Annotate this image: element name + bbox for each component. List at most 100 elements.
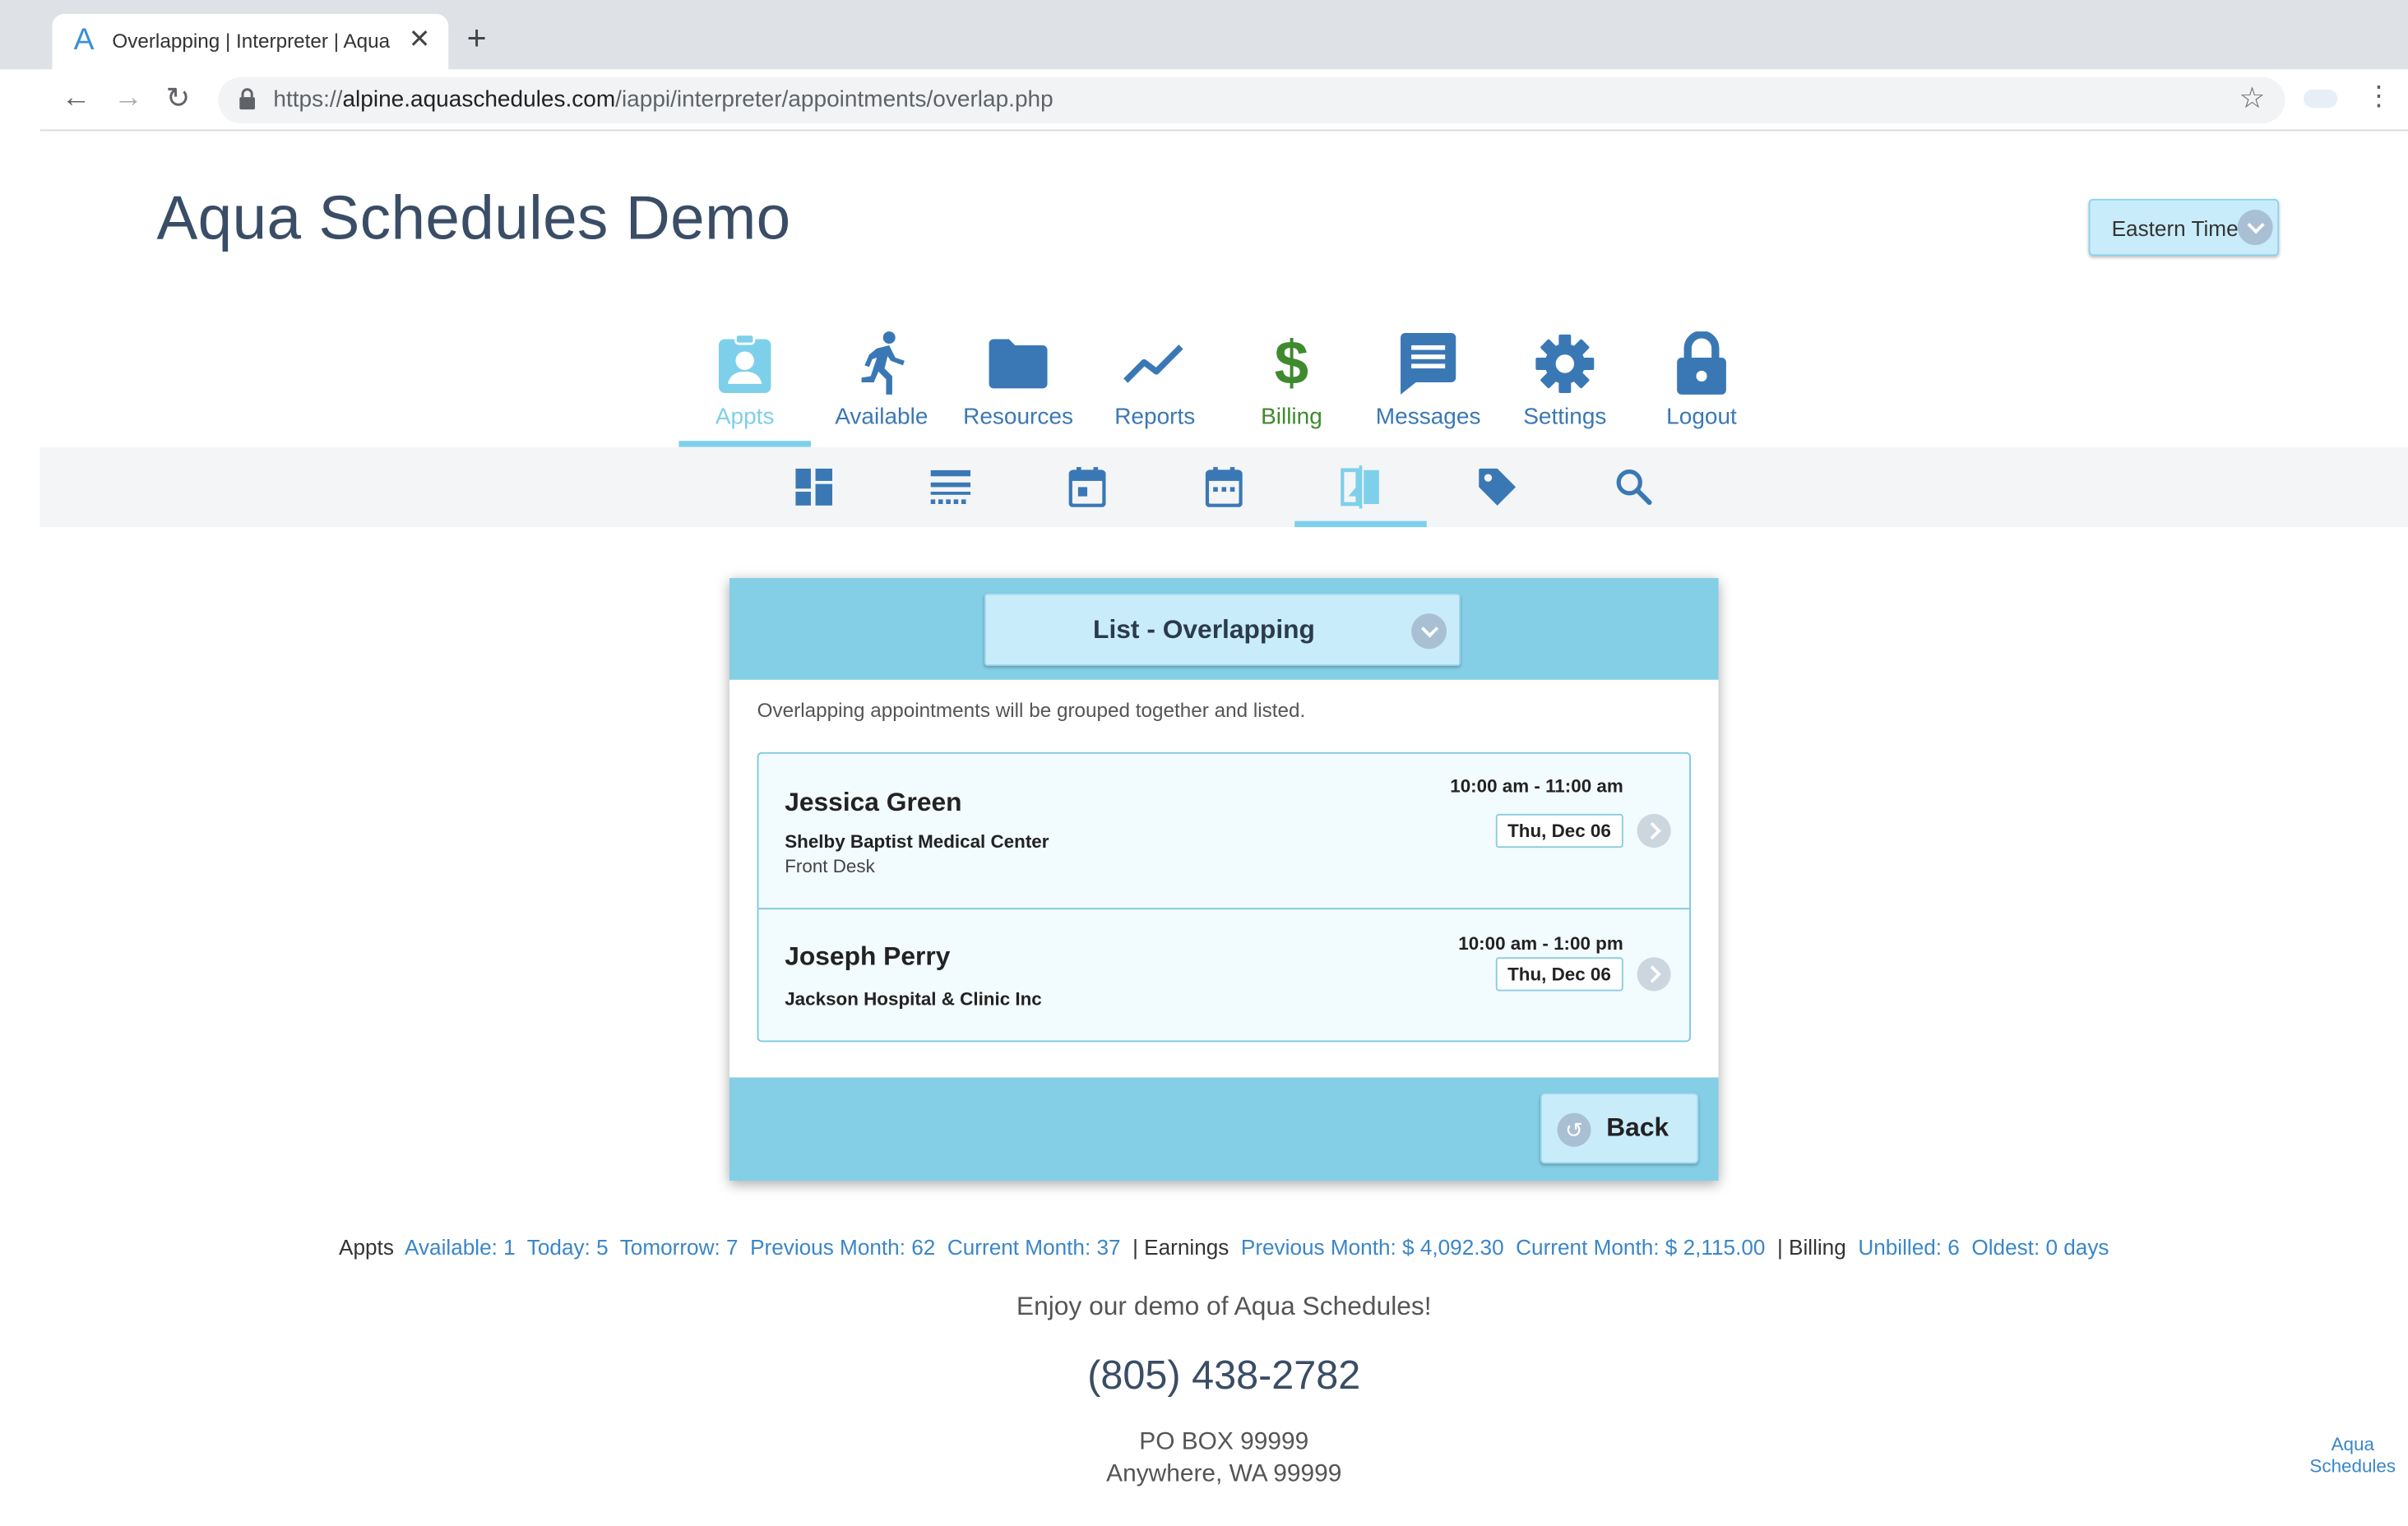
gear-icon bbox=[1535, 334, 1595, 394]
list-view-select[interactable]: List - Overlapping bbox=[984, 593, 1461, 666]
bookmark-star-icon[interactable]: ☆ bbox=[2239, 81, 2266, 117]
logo-line2: Schedules bbox=[2309, 1454, 2396, 1477]
nav-messages[interactable]: Messages bbox=[1359, 326, 1498, 430]
stats-earn-prev-link[interactable]: Previous Month: $ 4,092.30 bbox=[1241, 1235, 1504, 1260]
appointment-row[interactable]: Joseph Perry Jackson Hospital & Clinic I… bbox=[758, 910, 1690, 1041]
site-title: Aqua Schedules Demo bbox=[156, 184, 791, 253]
subnav-calendar-week[interactable] bbox=[1193, 460, 1255, 515]
footer-address-line1: PO BOX 99999 bbox=[1139, 1428, 1309, 1455]
chevron-right-icon[interactable] bbox=[1637, 957, 1671, 992]
badge-icon bbox=[718, 333, 771, 394]
browser-menu-icon[interactable]: ⋮ bbox=[2365, 80, 2393, 112]
chevron-right-icon[interactable] bbox=[1637, 813, 1671, 849]
padlock-icon bbox=[239, 88, 255, 110]
nav-appts[interactable]: Appts bbox=[676, 326, 814, 430]
back-button[interactable]: ↺ Back bbox=[1540, 1093, 1699, 1164]
extension-icon[interactable] bbox=[2304, 89, 2338, 109]
tag-icon bbox=[1479, 468, 1517, 506]
folder-icon bbox=[989, 339, 1048, 389]
nav-label: Messages bbox=[1375, 404, 1481, 431]
appointment-facility: Shelby Baptist Medical Center bbox=[785, 830, 1049, 853]
stats-prev-month-link[interactable]: Previous Month: 62 bbox=[750, 1235, 935, 1260]
appointment-time: 10:00 am - 11:00 am bbox=[1450, 775, 1623, 798]
stats-unbilled-link[interactable]: Unbilled: 6 bbox=[1858, 1235, 1960, 1260]
stats-earn-cur-link[interactable]: Current Month: $ 2,115.00 bbox=[1516, 1235, 1765, 1260]
nav-resources[interactable]: Resources bbox=[949, 326, 1087, 430]
lock-icon bbox=[1677, 331, 1726, 395]
subnav-overlap[interactable] bbox=[1330, 460, 1392, 515]
calendar-week-icon bbox=[1205, 467, 1243, 507]
close-tab-icon[interactable]: ✕ bbox=[409, 25, 431, 55]
appointment-row[interactable]: Jessica Green Shelby Baptist Medical Cen… bbox=[758, 753, 1690, 910]
logo-line1: Aqua bbox=[2331, 1433, 2374, 1455]
subnav-tag[interactable] bbox=[1466, 460, 1528, 515]
subnav-list[interactable] bbox=[920, 460, 982, 515]
subnav-active-indicator bbox=[1294, 520, 1427, 528]
appointment-facility: Jackson Hospital & Clinic Inc bbox=[785, 987, 1042, 1010]
timezone-label: Eastern Time bbox=[2111, 215, 2239, 241]
panel-note: Overlapping appointments will be grouped… bbox=[757, 698, 1306, 722]
footer-tagline: Enjoy our demo of Aqua Schedules! bbox=[1016, 1292, 1432, 1321]
subnav-search[interactable] bbox=[1604, 460, 1665, 515]
stats-appts-label: Appts bbox=[339, 1234, 394, 1260]
nav-label: Settings bbox=[1523, 404, 1607, 431]
appointment-name: Joseph Perry bbox=[785, 941, 951, 972]
appointment-name: Jessica Green bbox=[785, 787, 962, 817]
panel-header: List - Overlapping bbox=[729, 578, 1719, 680]
trend-line-icon bbox=[1123, 345, 1183, 383]
stats-oldest-link[interactable]: Oldest: 0 days bbox=[1971, 1235, 2109, 1260]
browser-tab[interactable]: A Overlapping | Interpreter | Aqua Sched… bbox=[52, 13, 449, 70]
nav-billing[interactable]: $ Billing bbox=[1222, 326, 1360, 430]
back-arrow-icon[interactable]: ← bbox=[62, 81, 90, 115]
chevron-down-icon bbox=[2237, 209, 2273, 246]
appointment-department: Front Desk bbox=[785, 855, 875, 877]
message-icon bbox=[1401, 332, 1456, 395]
nav-available[interactable]: Available bbox=[813, 326, 951, 430]
subnav-dashboard[interactable] bbox=[783, 460, 845, 515]
stats-billing-label: | Billing bbox=[1776, 1234, 1846, 1260]
stats-cur-month-link[interactable]: Current Month: 37 bbox=[947, 1235, 1121, 1260]
aqua-logo-icon: A bbox=[73, 23, 95, 58]
nav-reports[interactable]: Reports bbox=[1086, 326, 1224, 430]
list-view-label: List - Overlapping bbox=[1093, 615, 1315, 645]
appointment-group: Jessica Green Shelby Baptist Medical Cen… bbox=[757, 751, 1691, 1043]
appointment-date: Thu, Dec 06 bbox=[1495, 957, 1623, 992]
stats-tomorrow-link[interactable]: Tomorrow: 7 bbox=[620, 1235, 739, 1260]
nav-label: Resources bbox=[963, 404, 1073, 431]
dashboard-icon bbox=[795, 468, 833, 506]
nav-active-indicator bbox=[678, 441, 811, 447]
reload-icon[interactable]: ↻ bbox=[166, 81, 191, 117]
url-path: /iappi/interpreter/appointments/overlap.… bbox=[615, 86, 1054, 113]
forward-arrow-icon[interactable]: → bbox=[113, 81, 142, 115]
list-view-icon bbox=[930, 469, 971, 505]
overlap-icon bbox=[1341, 465, 1379, 509]
nav-label: Available bbox=[835, 404, 928, 431]
stats-earnings-label: | Earnings bbox=[1132, 1234, 1229, 1260]
nav-label: Logout bbox=[1666, 404, 1737, 431]
subnav-calendar-day[interactable] bbox=[1057, 460, 1118, 515]
footer-address-line2: Anywhere, WA 99999 bbox=[1106, 1461, 1342, 1488]
nav-logout[interactable]: Logout bbox=[1632, 326, 1771, 430]
aqua-schedules-logo[interactable]: Aqua Schedules bbox=[2307, 1434, 2399, 1477]
search-icon bbox=[1616, 469, 1652, 506]
overlap-panel: List - Overlapping Overlapping appointme… bbox=[729, 578, 1719, 1181]
running-person-icon bbox=[861, 331, 905, 395]
url-host: alpine.aquaschedules.com bbox=[342, 86, 616, 113]
stats-bar: Appts Available: 1 Today: 5 Tomorrow: 7 … bbox=[0, 1235, 2408, 1260]
dollar-icon: $ bbox=[1274, 329, 1309, 397]
calendar-day-icon bbox=[1068, 467, 1106, 507]
appointment-time: 10:00 am - 1:00 pm bbox=[1458, 932, 1623, 955]
appointment-date: Thu, Dec 06 bbox=[1495, 813, 1623, 849]
chevron-down-icon bbox=[1411, 613, 1447, 650]
stats-today-link[interactable]: Today: 5 bbox=[527, 1235, 609, 1260]
nav-settings[interactable]: Settings bbox=[1496, 326, 1634, 430]
new-tab-icon[interactable]: + bbox=[467, 18, 487, 58]
url-prefix: https:// bbox=[273, 86, 343, 113]
tab-title: Overlapping | Interpreter | Aqua Schedul… bbox=[112, 29, 396, 53]
footer-phone: (805) 438-2782 bbox=[1087, 1352, 1361, 1399]
timezone-select[interactable]: Eastern Time bbox=[2088, 198, 2280, 257]
nav-label: Billing bbox=[1261, 404, 1322, 431]
stats-available-link[interactable]: Available: 1 bbox=[405, 1235, 516, 1260]
url-text[interactable]: https://alpine.aquaschedules.com/iappi/i… bbox=[273, 86, 1053, 113]
undo-icon: ↺ bbox=[1557, 1112, 1591, 1147]
